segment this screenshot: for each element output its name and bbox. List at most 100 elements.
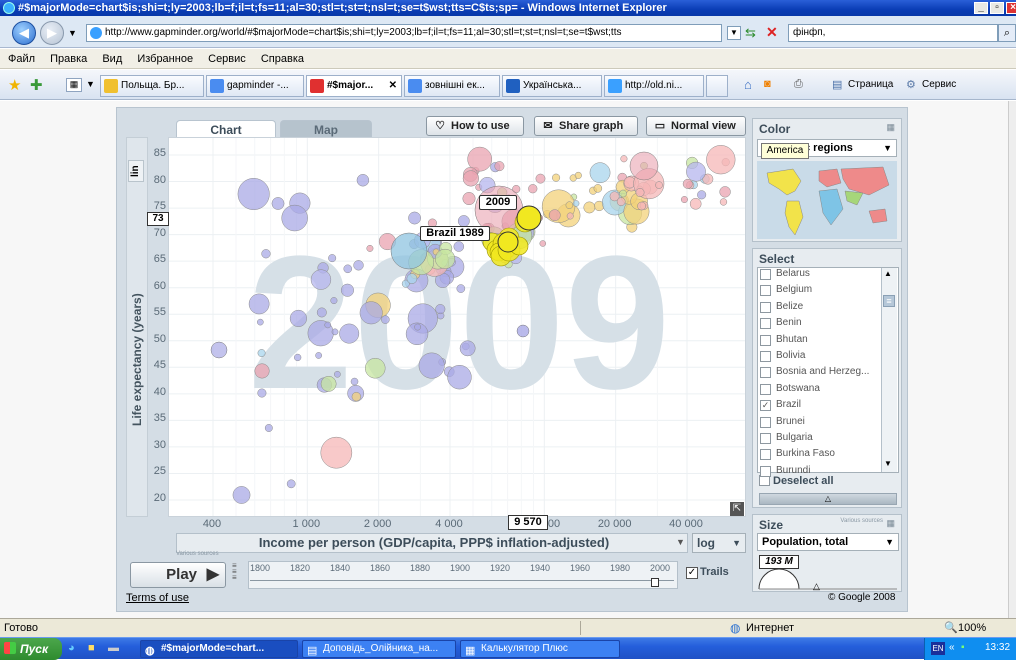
country-item[interactable]: Bulgaria <box>758 431 876 447</box>
expand-icon[interactable]: ⇱ <box>730 502 744 516</box>
language-indicator[interactable]: EN <box>931 642 945 655</box>
play-button[interactable]: Play ▶ <box>130 562 226 588</box>
gear-icon[interactable]: ⚙ <box>906 78 916 91</box>
menu-favorites[interactable]: Избранное <box>137 53 193 65</box>
scroll-thumb[interactable]: ≡ <box>883 295 895 307</box>
trails-checkbox[interactable]: ✓ <box>686 567 698 579</box>
chevron-down-icon[interactable]: ▼ <box>68 28 77 38</box>
world-map-icon[interactable] <box>757 161 897 239</box>
country-item[interactable]: Belarus <box>758 267 876 283</box>
tab-1[interactable]: gapminder -... <box>206 75 304 97</box>
favorites-star-icon[interactable]: ★ <box>8 76 21 94</box>
menu-view[interactable]: Вид <box>102 53 122 65</box>
quicklaunch-ie-icon[interactable]: ◕ <box>68 642 75 654</box>
add-favorites-icon[interactable]: ✚ <box>30 76 43 94</box>
stop-icon[interactable]: ✕ <box>766 24 778 41</box>
size-info-icon[interactable]: ▦ <box>886 518 895 529</box>
country-item[interactable]: Burundi <box>758 464 876 480</box>
scroll-down-icon[interactable]: ▼ <box>884 459 892 468</box>
tab-map[interactable]: Map <box>280 120 372 138</box>
quick-tabs-icon[interactable]: ▦ <box>66 78 82 92</box>
country-item[interactable]: Benin <box>758 316 876 332</box>
menu-help[interactable]: Справка <box>261 53 304 65</box>
x-scale-select[interactable]: log ▼ <box>692 533 746 553</box>
country-checkbox[interactable]: ✓ <box>760 400 771 412</box>
scroll-up-icon[interactable]: ▲ <box>884 269 892 278</box>
tab-chart[interactable]: Chart <box>176 120 276 138</box>
minimize-button[interactable]: _ <box>974 2 988 14</box>
page-scrollbar[interactable] <box>1008 101 1016 618</box>
size-scale-icon[interactable]: △ <box>757 567 899 591</box>
tray-expand-icon[interactable]: « <box>949 642 955 653</box>
quicklaunch-media-icon[interactable]: ▬ <box>108 642 119 654</box>
terms-of-use-link[interactable]: Terms of use <box>126 592 189 604</box>
country-item[interactable]: Burkina Faso <box>758 447 876 463</box>
country-item[interactable]: ✓ Brazil <box>758 398 878 415</box>
brazil-1989-label[interactable]: Brazil 1989 <box>420 226 490 241</box>
country-checkbox[interactable] <box>760 433 771 444</box>
close-button[interactable]: × <box>1006 2 1016 14</box>
transparency-slider[interactable]: △ <box>759 493 897 505</box>
network-icon[interactable]: ▪ <box>961 642 965 653</box>
country-checkbox[interactable] <box>760 367 771 379</box>
speed-slider-icon[interactable]: ≡ ≡ ≡ <box>232 562 242 587</box>
taskbar-item-word[interactable]: ▤ Доповідь_Олійника_на... <box>302 640 456 658</box>
url-input[interactable]: http://www.gapminder.org/world/#$majorMo… <box>86 24 722 42</box>
quicklaunch-desktop-icon[interactable]: ■ <box>88 642 95 654</box>
feeds-icon[interactable]: ◙ <box>764 78 771 90</box>
country-checkbox[interactable] <box>760 416 771 428</box>
forward-icon[interactable]: ▶ <box>40 21 64 45</box>
taskbar-item-ie[interactable]: ◍ #$majorMode=chart... <box>140 640 298 658</box>
search-icon[interactable]: ⌕ <box>998 24 1016 42</box>
start-button[interactable]: Пуск <box>0 638 62 660</box>
y-axis-label[interactable]: Life expectancy (years) <box>130 285 146 435</box>
country-checkbox[interactable] <box>760 269 771 280</box>
taskbar-item-calc[interactable]: ▦ Калькулятор Плюс <box>460 640 620 658</box>
menu-file[interactable]: Файл <box>8 53 35 65</box>
tab-3[interactable]: зовнішні ек... <box>404 75 500 97</box>
search-input[interactable]: фінфп, <box>788 24 998 42</box>
tab-5[interactable]: http://old.ni... <box>604 75 704 97</box>
country-checkbox[interactable] <box>760 449 771 461</box>
tab-2-active[interactable]: #$major... ✕ <box>306 75 402 97</box>
normal-view-button[interactable]: ▭ Normal view <box>646 116 746 136</box>
country-item[interactable]: Bosnia and Herzeg... <box>758 365 876 381</box>
tab-close-icon[interactable]: ✕ <box>389 76 397 96</box>
home-icon[interactable]: ⌂ <box>744 77 752 92</box>
page-menu-icon[interactable]: ▤ <box>832 78 842 91</box>
country-checkbox[interactable] <box>760 285 771 297</box>
x-axis-indicator-select[interactable]: Income per person (GDP/capita, PPP$ infl… <box>176 533 688 553</box>
tab-list-icon[interactable]: ▼ <box>86 79 95 89</box>
share-graph-button[interactable]: ✉ Share graph <box>534 116 638 136</box>
size-indicator-select[interactable]: Population, total ▼ <box>757 533 899 551</box>
country-item[interactable]: Belgium <box>758 283 876 299</box>
new-tab[interactable] <box>706 75 728 97</box>
tab-0[interactable]: Польща. Бр... <box>100 75 204 97</box>
country-item[interactable]: Bhutan <box>758 333 876 349</box>
country-checkbox[interactable] <box>760 383 771 395</box>
color-info-icon[interactable]: ▦ <box>886 122 895 133</box>
country-item[interactable]: Botswana <box>758 382 876 398</box>
service-menu[interactable]: Сервис <box>922 79 956 90</box>
country-item[interactable]: Brunei <box>758 415 876 431</box>
page-menu[interactable]: Страница <box>848 79 893 90</box>
zoom-icon[interactable]: 🔍 <box>944 619 958 637</box>
x-sources-label[interactable]: Various sources <box>176 551 219 557</box>
url-dropdown-icon[interactable]: ▼ <box>727 26 741 40</box>
year-bubble-label[interactable]: 2009 <box>479 195 517 210</box>
zoom-level[interactable]: 100% <box>958 619 986 637</box>
country-checkbox[interactable] <box>760 351 771 362</box>
size-sources-label[interactable]: Various sources <box>840 518 883 524</box>
country-checkbox[interactable] <box>760 465 771 477</box>
maximize-button[interactable]: ▫ <box>990 2 1004 14</box>
back-icon[interactable]: ◀ <box>12 21 36 45</box>
country-checkbox[interactable] <box>760 301 771 313</box>
menu-tools[interactable]: Сервис <box>208 53 246 65</box>
timeline-handle[interactable] <box>651 578 659 587</box>
how-to-use-button[interactable]: ♡ How to use <box>426 116 524 136</box>
country-item[interactable]: Belize <box>758 300 876 316</box>
country-checkbox[interactable] <box>760 334 771 346</box>
tab-4[interactable]: Українська... <box>502 75 602 97</box>
print-icon[interactable]: ⎙ <box>794 78 803 91</box>
y-scale-toggle[interactable]: lin <box>128 160 144 182</box>
